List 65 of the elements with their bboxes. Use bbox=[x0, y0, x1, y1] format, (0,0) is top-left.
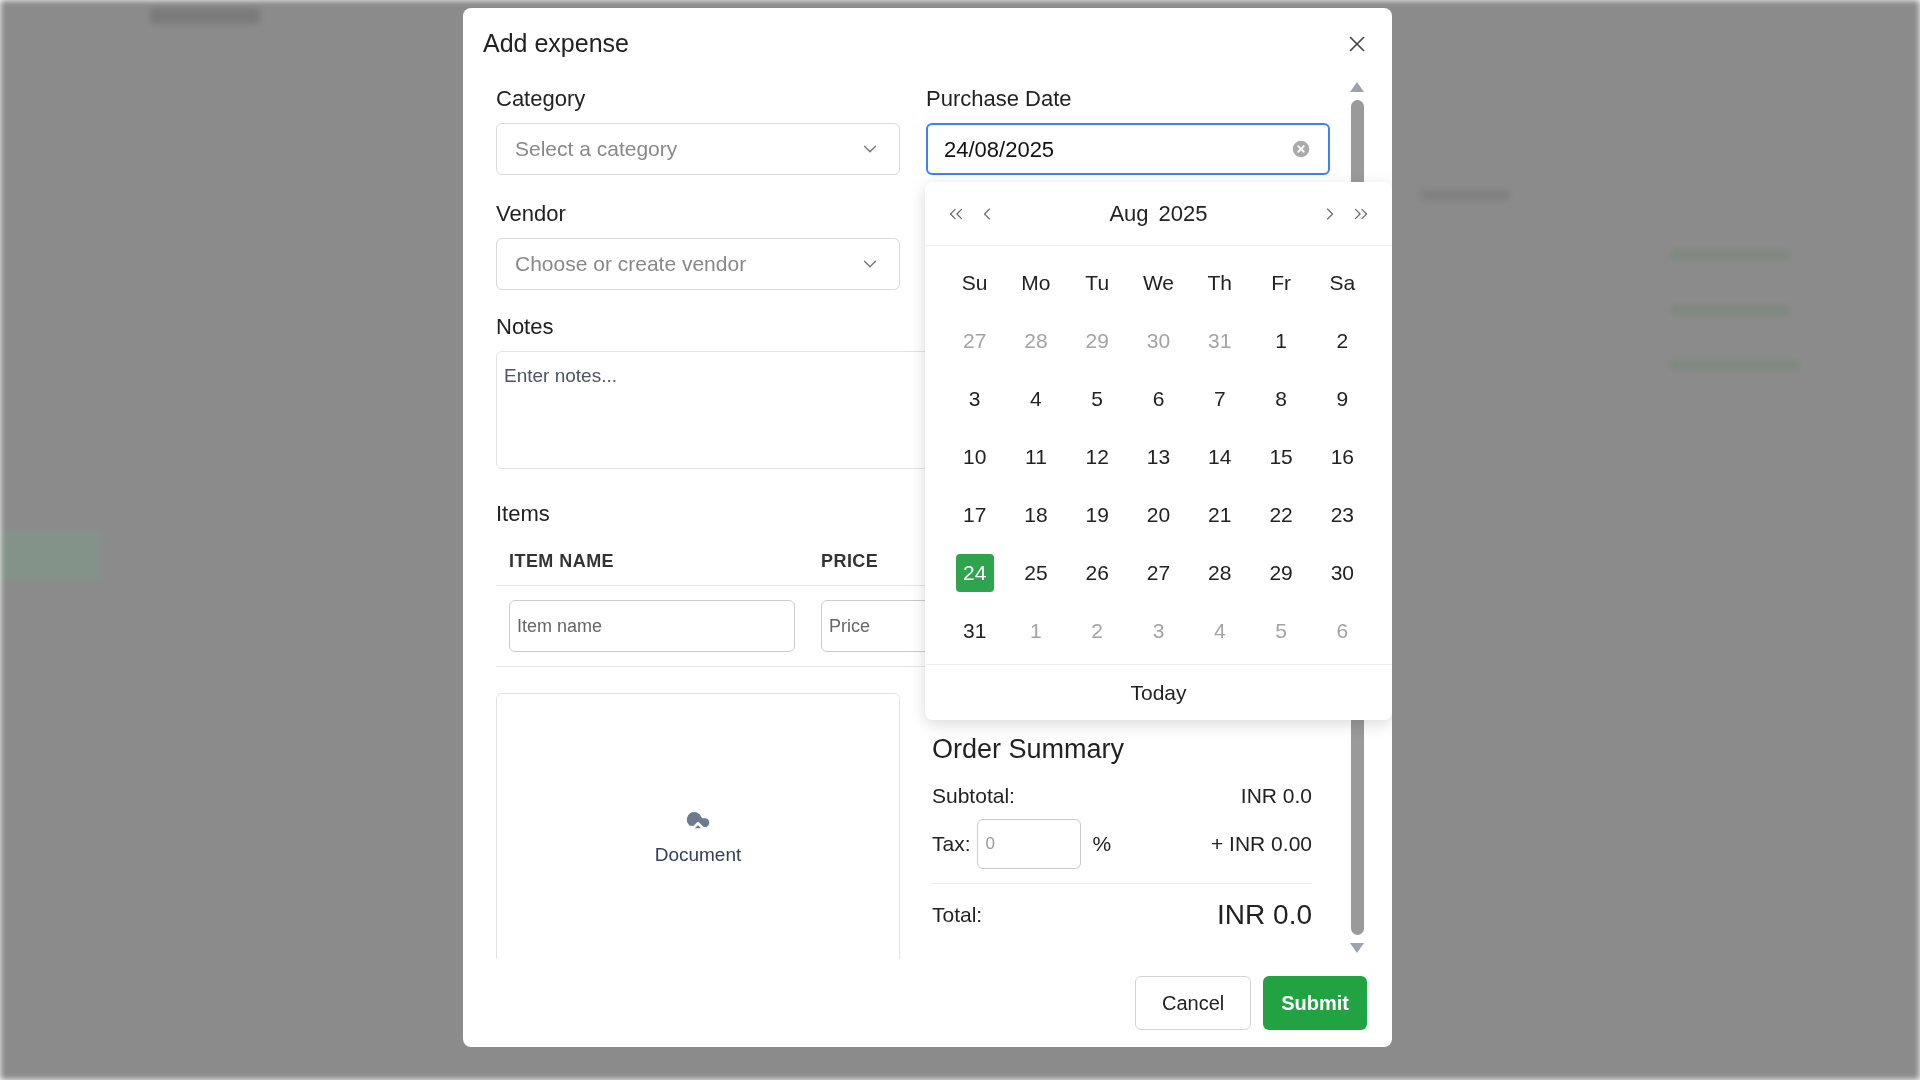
calendar-day[interactable]: 9 bbox=[1323, 380, 1362, 418]
weekday-label: Tu bbox=[1085, 270, 1110, 297]
subtotal-label: Subtotal: bbox=[932, 782, 1015, 809]
calendar-day[interactable]: 10 bbox=[955, 438, 994, 476]
cancel-button[interactable]: Cancel bbox=[1134, 976, 1252, 1030]
column-header: PRICE bbox=[821, 550, 879, 573]
today-link[interactable]: Today bbox=[1130, 676, 1187, 709]
calendar-day[interactable]: 27 bbox=[1139, 554, 1178, 592]
calendar-day[interactable]: 31 bbox=[955, 612, 994, 650]
field-label: Category bbox=[496, 85, 587, 113]
total-label: Total: bbox=[932, 902, 983, 929]
calendar-day[interactable]: 2 bbox=[1323, 322, 1362, 360]
calendar-day[interactable]: 21 bbox=[1200, 496, 1239, 534]
vendor-select[interactable]: Choose or create vendor bbox=[496, 238, 900, 290]
calendar-day[interactable]: 8 bbox=[1262, 380, 1301, 418]
calendar-day[interactable]: 5 bbox=[1078, 380, 1117, 418]
calendar-day[interactable]: 3 bbox=[955, 380, 994, 418]
calendar-day[interactable]: 20 bbox=[1139, 496, 1178, 534]
field-label: Vendor bbox=[496, 200, 567, 228]
document-upload-area[interactable]: Document bbox=[496, 693, 900, 959]
calendar-day[interactable]: 6 bbox=[1139, 380, 1178, 418]
calendar-day[interactable]: 18 bbox=[1016, 496, 1055, 534]
total-value: INR 0.0 bbox=[1217, 898, 1312, 932]
tax-amount: + INR 0.00 bbox=[1211, 831, 1312, 858]
calendar-day[interactable]: 25 bbox=[1016, 554, 1055, 592]
calendar-day[interactable]: 30 bbox=[1323, 554, 1362, 592]
scroll-down-icon[interactable] bbox=[1350, 943, 1364, 953]
modal-title: Add expense bbox=[483, 28, 629, 60]
category-select[interactable]: Select a category bbox=[496, 123, 900, 175]
calendar-day[interactable]: 4 bbox=[1016, 380, 1055, 418]
subtotal-value: INR 0.0 bbox=[1240, 782, 1312, 809]
weekday-label: Mo bbox=[1021, 270, 1051, 297]
calendar-day[interactable]: 12 bbox=[1078, 438, 1117, 476]
percent-sign: % bbox=[1092, 831, 1112, 858]
weekday-label: We bbox=[1142, 270, 1175, 297]
calendar-day[interactable]: 16 bbox=[1323, 438, 1362, 476]
calendar-day[interactable]: 17 bbox=[955, 496, 994, 534]
weekday-label: Su bbox=[961, 270, 988, 297]
calendar-day[interactable]: 26 bbox=[1078, 554, 1117, 592]
field-label: Purchase Date bbox=[926, 85, 1073, 113]
year-label[interactable]: 2025 bbox=[1158, 197, 1208, 230]
order-summary-title: Order Summary bbox=[932, 733, 1126, 766]
calendar-day[interactable]: 28 bbox=[1200, 554, 1239, 592]
calendar-day[interactable]: 7 bbox=[1200, 380, 1239, 418]
weekday-label: Fr bbox=[1271, 270, 1291, 297]
item-name-input[interactable]: Item name bbox=[509, 600, 795, 652]
column-header: ITEM NAME bbox=[509, 550, 616, 573]
calendar-day[interactable]: 29 bbox=[1262, 554, 1301, 592]
weekday-label: Th bbox=[1207, 270, 1233, 297]
field-label: Notes bbox=[496, 313, 555, 341]
section-label: Items bbox=[496, 500, 550, 528]
month-label[interactable]: Aug bbox=[1109, 197, 1149, 230]
calendar-day[interactable]: 19 bbox=[1078, 496, 1117, 534]
calendar-day[interactable]: 11 bbox=[1016, 438, 1055, 476]
scroll-up-icon[interactable] bbox=[1350, 82, 1364, 92]
calendar-day[interactable]: 23 bbox=[1323, 496, 1362, 534]
calendar-day[interactable]: 13 bbox=[1139, 438, 1178, 476]
calendar-day[interactable]: 14 bbox=[1200, 438, 1239, 476]
date-input[interactable]: 24/08/2025 bbox=[926, 123, 1330, 175]
calendar-day[interactable]: 15 bbox=[1262, 438, 1301, 476]
calendar-day[interactable]: 22 bbox=[1262, 496, 1301, 534]
weekday-label: Sa bbox=[1329, 270, 1356, 297]
tax-label: Tax: bbox=[932, 831, 971, 858]
clear-icon[interactable] bbox=[1290, 138, 1312, 160]
calendar-day[interactable]: 1 bbox=[1262, 322, 1301, 360]
